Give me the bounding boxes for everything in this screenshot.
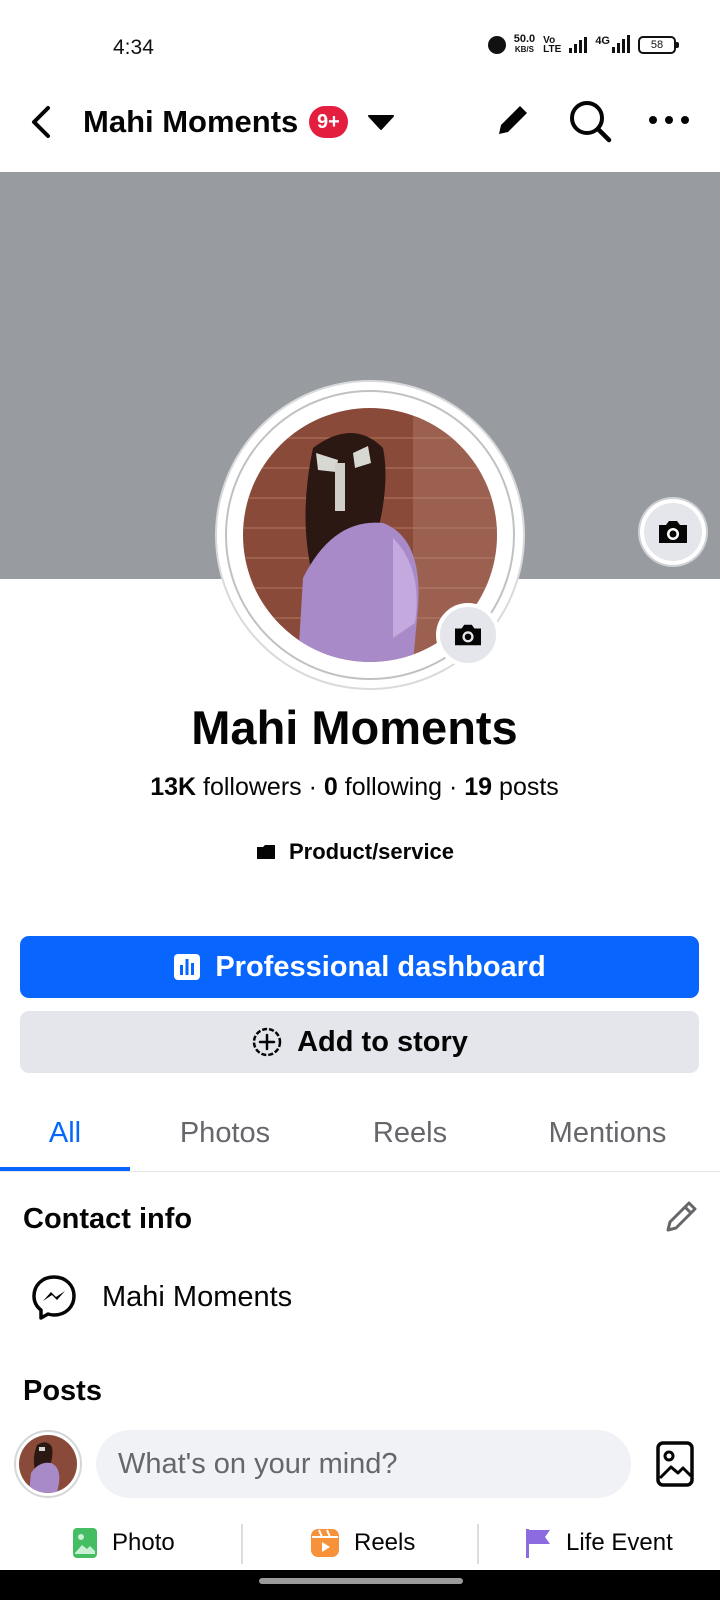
- status-bar: 4:34 50.0 KB/S Vo LTE 4G 58: [0, 0, 720, 90]
- post-composer: What's on your mind?: [0, 1430, 720, 1500]
- messenger-icon: [32, 1275, 76, 1320]
- signal-icon-2: [612, 34, 630, 53]
- posts-title: Posts: [23, 1375, 102, 1407]
- page-category: Product/service: [0, 839, 709, 865]
- more-icon[interactable]: [648, 108, 690, 132]
- reels-icon: [311, 1529, 339, 1557]
- profile-tabs: All Photos Reels Mentions: [0, 1094, 720, 1172]
- top-nav: Mahi Moments 9+: [0, 90, 720, 172]
- tab-indicator: [0, 1167, 130, 1171]
- edit-avatar-button[interactable]: [436, 603, 500, 667]
- edit-contact-icon[interactable]: [662, 1196, 702, 1236]
- category-icon: [256, 845, 275, 859]
- tab-photos[interactable]: Photos: [160, 1094, 290, 1172]
- battery-icon: 58: [638, 35, 679, 54]
- following-count[interactable]: 0: [324, 773, 338, 801]
- category-label: Product/service: [288, 839, 455, 864]
- tab-all[interactable]: All: [0, 1094, 130, 1172]
- home-gesture-handle[interactable]: [259, 1578, 463, 1584]
- story-label: Add to story: [297, 1025, 468, 1058]
- edit-cover-button[interactable]: [640, 499, 706, 565]
- followers-label[interactable]: followers: [203, 773, 302, 801]
- net-speed: 50.0 KB/S: [513, 33, 536, 55]
- posts-count: 19: [464, 773, 493, 801]
- life-event-action-label: Life Event: [566, 1529, 673, 1556]
- posts-label: posts: [499, 773, 559, 801]
- professional-dashboard-button[interactable]: Professional dashboard: [20, 936, 699, 998]
- camera-icon: [455, 624, 481, 646]
- life-event-action-button[interactable]: Life Event: [524, 1520, 673, 1566]
- dashboard-label: Professional dashboard: [215, 950, 546, 983]
- back-arrow-icon[interactable]: [22, 102, 62, 142]
- photo-action-button[interactable]: Photo: [72, 1520, 175, 1566]
- status-time: 4:34: [113, 36, 154, 59]
- whats-on-your-mind-input[interactable]: What's on your mind?: [96, 1430, 631, 1498]
- profile-name: Mahi Moments: [191, 701, 518, 754]
- status-icons: 50.0 KB/S Vo LTE 4G 58: [487, 33, 679, 55]
- system-nav-bar: [0, 1570, 720, 1600]
- following-label[interactable]: following: [345, 773, 442, 801]
- messenger-name: Mahi Moments: [102, 1280, 293, 1313]
- photo-action-label: Photo: [112, 1529, 175, 1556]
- followers-count[interactable]: 13K: [150, 773, 196, 801]
- alarm-icon: [487, 35, 506, 54]
- post-actions: Photo Reels Life Event: [0, 1520, 720, 1566]
- dashboard-icon: [174, 954, 201, 980]
- add-circle-icon: [252, 1027, 282, 1057]
- search-icon[interactable]: [567, 98, 613, 144]
- reels-action-button[interactable]: Reels: [310, 1520, 415, 1566]
- photo-icon: [73, 1528, 97, 1558]
- reels-action-label: Reels: [354, 1529, 416, 1556]
- contact-info-title: Contact info: [23, 1203, 193, 1235]
- composer-avatar[interactable]: [14, 1430, 82, 1498]
- tab-mentions[interactable]: Mentions: [530, 1094, 685, 1172]
- tab-reels[interactable]: Reels: [345, 1094, 475, 1172]
- add-to-story-button[interactable]: Add to story: [20, 1011, 699, 1073]
- action-divider: [477, 1524, 479, 1564]
- action-divider: [241, 1524, 243, 1564]
- volte-indicator: Vo LTE: [543, 34, 562, 55]
- pencil-icon[interactable]: [491, 98, 535, 142]
- network-type: 4G: [595, 34, 610, 47]
- page-title[interactable]: Mahi Moments: [83, 104, 298, 140]
- flag-icon: [526, 1529, 550, 1558]
- camera-icon: [659, 521, 687, 543]
- profile-stats: 13K followers · 0 following · 19 posts: [150, 773, 559, 801]
- signal-icon: [569, 36, 588, 53]
- caret-down-icon[interactable]: [367, 112, 395, 132]
- contact-messenger-row[interactable]: Mahi Moments: [30, 1273, 292, 1321]
- notification-badge: 9+: [309, 106, 348, 138]
- add-photo-icon[interactable]: [655, 1440, 695, 1488]
